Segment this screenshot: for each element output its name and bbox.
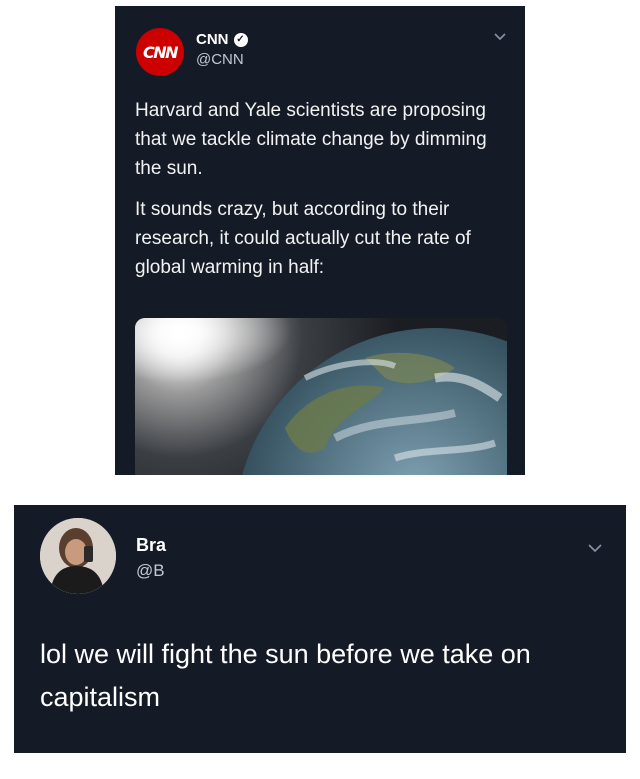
chevron-down-icon[interactable] bbox=[493, 32, 507, 42]
tweet-text: Harvard and Yale scientists are proposin… bbox=[135, 96, 510, 294]
tweet-paragraph: It sounds crazy, but according to their … bbox=[135, 199, 471, 278]
tweet-paragraph: Harvard and Yale scientists are proposin… bbox=[135, 100, 487, 179]
chevron-down-icon[interactable] bbox=[587, 543, 603, 554]
earth-from-space-image[interactable] bbox=[135, 318, 507, 475]
verified-badge-icon: ✓ bbox=[233, 32, 248, 47]
reply-text: lol we will fight the sun before we take… bbox=[40, 639, 531, 712]
author-handle[interactable]: @CNN bbox=[196, 51, 244, 68]
cnn-logo-text: CNN bbox=[142, 42, 179, 62]
reply-author-handle[interactable]: @B bbox=[136, 561, 165, 581]
author-name[interactable]: CNN ✓ bbox=[196, 31, 248, 48]
cnn-avatar[interactable]: CNN bbox=[136, 28, 184, 76]
cnn-tweet-card: CNN CNN ✓ @CNN Harvard and Yale scientis… bbox=[115, 6, 525, 475]
reply-tweet-card: Bra @B lol we will fight the sun before … bbox=[14, 505, 626, 753]
author-display-name[interactable]: CNN bbox=[196, 31, 229, 48]
reply-author-name[interactable]: Bra bbox=[136, 535, 166, 556]
avatar[interactable] bbox=[40, 518, 116, 594]
